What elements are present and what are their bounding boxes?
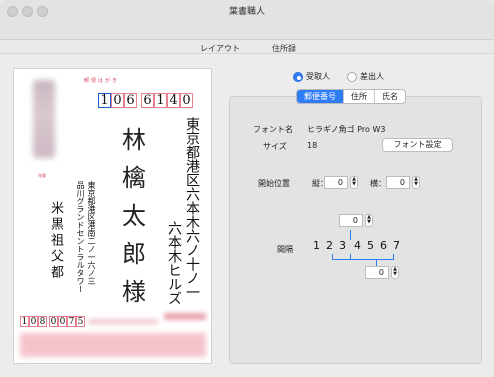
vertical-stepper[interactable]: 0 ▲ ▼	[324, 176, 358, 189]
postcode-digit: 4	[167, 93, 180, 108]
horizontal-input[interactable]: 0	[386, 176, 410, 189]
spacing-bottom-input[interactable]: 0	[365, 266, 389, 279]
sender-small-label: 年賀	[38, 173, 46, 178]
stamp-area	[33, 80, 55, 158]
toolbar-address-book[interactable]: 住所録	[272, 43, 296, 54]
tab-address[interactable]: 住所	[344, 90, 375, 103]
radio-unselected-icon	[347, 71, 357, 82]
horizontal-stepper[interactable]: 0 ▲ ▼	[386, 176, 420, 189]
toolbar-strip	[0, 40, 494, 54]
spacing-digit: 6	[380, 239, 387, 252]
radio-selected-icon	[293, 71, 303, 82]
inkjet-badge-blur	[164, 313, 206, 320]
fine-print-blur	[88, 319, 158, 324]
recipient-name-char: 太	[122, 202, 146, 230]
spacing-bottom-arrows-icon[interactable]: ▲ ▼	[391, 266, 399, 279]
postcode-digit: 1	[154, 93, 167, 108]
font-name-label: フォント名	[253, 125, 293, 134]
postcode-digit: 0	[111, 93, 124, 108]
spacing-top-stepper[interactable]: 0 ▲ ▼	[339, 214, 373, 227]
vertical-input[interactable]: 0	[324, 176, 348, 189]
sender-postcode[interactable]: 1 0 8 0 0 7 5	[20, 316, 85, 327]
spacing-digit: 7	[393, 239, 400, 252]
bottom-ad-area	[20, 333, 206, 357]
toolbar-layout[interactable]: レイアウト	[200, 43, 240, 54]
spacing-label: 間隔	[277, 245, 293, 254]
window-title: 葉書職人	[228, 7, 265, 17]
tab-postcode[interactable]: 郵便番号	[297, 90, 344, 103]
sender-postcode-digit: 0	[58, 316, 67, 327]
recipient-address-line1: 東京都港区六本木六ノ十ノ一	[184, 117, 200, 299]
spacing-bottom-stepper[interactable]: 0 ▲ ▼	[365, 266, 399, 279]
sender-postcode-digit: 0	[29, 316, 38, 327]
tab-name[interactable]: 氏名	[375, 90, 405, 103]
sender-address-line2: 品川グランドセントラルタワー	[76, 181, 85, 293]
sender-postcode-digit: 5	[76, 316, 85, 327]
size-value: 18	[307, 141, 318, 150]
postcode-digit: 0	[180, 93, 193, 108]
sender-postcode-digit: 1	[20, 316, 29, 327]
radio-recipient[interactable]: 受取人	[293, 71, 330, 82]
field-tabs: 郵便番号 住所 氏名	[296, 89, 406, 104]
spacing-digit: 4	[354, 239, 361, 252]
radio-sender-label: 差出人	[360, 72, 384, 81]
postcard-header-label: 郵便はがき	[84, 78, 120, 84]
recipient-address-line2: 六本木ヒルズ	[166, 221, 182, 305]
radio-sender[interactable]: 差出人	[347, 71, 384, 82]
spacing-digit: 1	[313, 239, 320, 252]
font-name-value: ヒラギノ角ゴ Pro W3	[307, 125, 386, 134]
recipient-postcode[interactable]: 1 0 6 6 1 4 0	[98, 93, 193, 108]
recipient-name: 林 檎 太 郎 様	[114, 121, 154, 311]
postcard-preview: 郵便はがき 1 0 6 6 1 4 0 東京都港区六本木六ノ十ノ一 六本木ヒルズ…	[13, 68, 212, 364]
sender-postcode-digit: 8	[38, 316, 47, 327]
size-label: サイズ	[263, 142, 287, 151]
postcode-digit: 6	[124, 93, 137, 108]
spacing-top-arrows-icon[interactable]: ▲ ▼	[365, 214, 373, 227]
settings-panel	[229, 96, 482, 364]
spacing-digit: 3	[339, 239, 346, 252]
recipient-name-char: 檎	[122, 164, 146, 192]
horizontal-label: 横：	[370, 179, 386, 188]
app-window: 葉書職人 レイアウト 住所録 郵便はがき 1 0 6 6 1 4 0 東京都港区…	[0, 0, 494, 377]
postcode-digit: 6	[141, 93, 154, 108]
spacing-digit: 2	[326, 239, 333, 252]
recipient-name-char: 林	[122, 126, 146, 154]
spacing-top-input[interactable]: 0	[339, 214, 363, 227]
sender-address-line1: 東京都港区港南二ノ一六ノ三	[87, 181, 96, 285]
start-position-label: 開始位置	[258, 179, 290, 188]
sender-postcode-digit: 0	[49, 316, 58, 327]
recipient-name-char: 様	[122, 278, 146, 306]
spacing-top-bracket	[350, 230, 351, 240]
recipient-name-char: 郎	[122, 240, 146, 268]
radio-recipient-label: 受取人	[306, 72, 330, 81]
postcode-digit: 1	[98, 93, 111, 108]
spacing-bottom-tick	[350, 254, 351, 260]
spacing-bottom-bracket	[332, 254, 394, 260]
font-settings-button[interactable]: フォント設定	[382, 138, 453, 152]
vertical-stepper-arrows-icon[interactable]: ▲ ▼	[350, 176, 358, 189]
horizontal-stepper-arrows-icon[interactable]: ▲ ▼	[412, 176, 420, 189]
titlebar: 葉書職人	[0, 0, 494, 40]
spacing-digit: 5	[367, 239, 374, 252]
sender-postcode-digit: 7	[67, 316, 76, 327]
sender-name: 米黒祖父都	[48, 201, 63, 281]
